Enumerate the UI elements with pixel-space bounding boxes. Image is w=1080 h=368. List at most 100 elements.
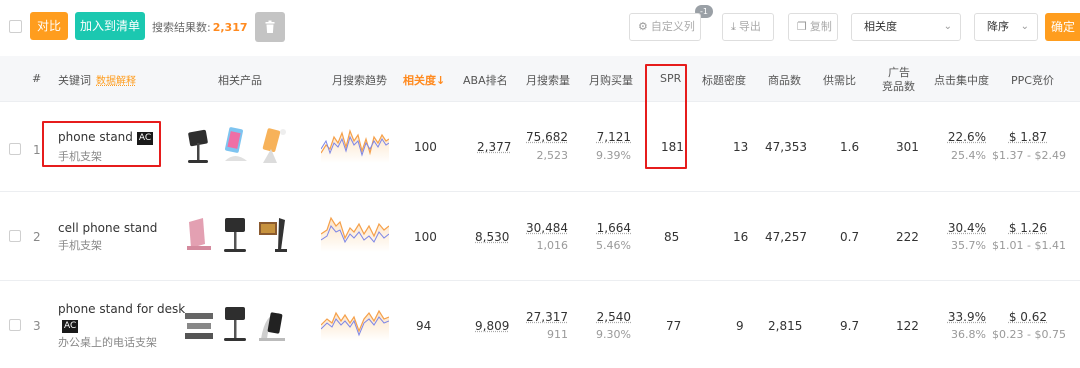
col-ppc[interactable]: PPC竞价 bbox=[1011, 72, 1054, 88]
purchase-rate-value: 5.46% bbox=[585, 239, 631, 252]
spr-highlight-box bbox=[645, 64, 687, 169]
ad-competitors-value: 122 bbox=[896, 319, 919, 333]
table-row[interactable]: 2 cell phone stand 手机支架 100 8,530 30,484… bbox=[0, 192, 1080, 281]
result-count: 2,317 bbox=[213, 21, 248, 34]
col-monthly-purchase[interactable]: 月购买量 bbox=[589, 72, 633, 88]
product-image[interactable] bbox=[183, 301, 217, 347]
product-image[interactable] bbox=[255, 212, 289, 258]
ad-competitors-value: 222 bbox=[896, 230, 919, 244]
product-image[interactable] bbox=[255, 301, 289, 347]
row-checkbox[interactable] bbox=[9, 230, 21, 242]
keyword-translation: 办公桌上的电话支架 bbox=[58, 334, 157, 350]
monthly-purchase-value: 1,664 bbox=[585, 221, 631, 235]
product-count-value: 47,257 bbox=[765, 230, 807, 244]
select-all-checkbox[interactable] bbox=[9, 20, 22, 33]
col-product-count[interactable]: 商品数 bbox=[768, 72, 801, 88]
download-icon: ⤓ bbox=[731, 14, 736, 40]
custom-columns-button[interactable]: ⚙ 自定义列 bbox=[629, 13, 701, 41]
click-concentration-value: 22.6% bbox=[940, 130, 986, 144]
keyword-cell: phone stand for desk bbox=[58, 302, 185, 316]
add-to-list-button[interactable]: 加入到清单 bbox=[75, 12, 145, 40]
ppc-bid-value: $ 0.62 bbox=[1000, 310, 1047, 324]
daily-search-value: 2,523 bbox=[520, 149, 568, 162]
monthly-search-trend-sparkline bbox=[321, 212, 389, 252]
title-density-value: 9 bbox=[736, 319, 744, 333]
result-count-label: 搜索结果数: 2,317 bbox=[152, 19, 248, 35]
monthly-search-trend-sparkline bbox=[321, 123, 389, 163]
product-image[interactable] bbox=[219, 212, 253, 258]
product-image[interactable] bbox=[183, 212, 217, 258]
ppc-range-value: $0.23 - $0.75 bbox=[992, 328, 1066, 341]
product-count-value: 2,815 bbox=[768, 319, 802, 333]
purchase-rate-value: 9.30% bbox=[585, 328, 631, 341]
click-concentration-value: 30.4% bbox=[940, 221, 986, 235]
sort-field-select[interactable]: 相关度 ⌄ bbox=[851, 13, 961, 41]
title-density-value: 16 bbox=[733, 230, 748, 244]
monthly-purchase-value: 2,540 bbox=[585, 310, 631, 324]
supply-demand-value: 1.6 bbox=[840, 140, 859, 154]
table-row[interactable]: 3 phone stand for desk AC 办公桌上的电话支架 94 9… bbox=[0, 281, 1080, 368]
product-image[interactable] bbox=[255, 123, 289, 169]
aba-rank-value: 9,809 bbox=[475, 319, 509, 333]
relevance-value: 100 bbox=[414, 230, 437, 244]
click-concentration-sub: 25.4% bbox=[940, 149, 986, 162]
col-index: # bbox=[32, 72, 41, 85]
table-row[interactable]: 1 phone stand AC 手机支架 100 2,377 75,682 2,… bbox=[0, 103, 1080, 192]
product-image[interactable] bbox=[219, 301, 253, 347]
amazon-choice-badge: AC bbox=[62, 320, 78, 333]
col-products: 相关产品 bbox=[218, 72, 262, 88]
row-index: 2 bbox=[33, 230, 41, 244]
col-trend: 月搜索趋势 bbox=[332, 72, 387, 88]
col-relevance-sorted[interactable]: 相关度↓ bbox=[403, 72, 445, 88]
ppc-bid-value: $ 1.26 bbox=[1000, 221, 1047, 235]
toolbar: 对比 加入到清单 搜索结果数: 2,317 -1 ⚙ 自定义列 ⤓ 导出 ❐ 复制 相关… bbox=[0, 0, 1080, 56]
data-help-link[interactable]: 数据解释 bbox=[96, 76, 136, 87]
col-keyword[interactable]: 关键词 数据解释 bbox=[58, 72, 136, 88]
ppc-bid-value: $ 1.87 bbox=[1000, 130, 1047, 144]
click-concentration-sub: 36.8% bbox=[940, 328, 986, 341]
copy-button[interactable]: ❐ 复制 bbox=[788, 13, 838, 41]
col-title-density[interactable]: 标题密度 bbox=[702, 72, 746, 88]
monthly-purchase-value: 7,121 bbox=[585, 130, 631, 144]
row-checkbox[interactable] bbox=[9, 143, 21, 155]
product-image[interactable] bbox=[183, 123, 217, 169]
daily-search-value: 911 bbox=[520, 328, 568, 341]
title-density-value: 13 bbox=[733, 140, 748, 154]
keyword-link[interactable]: cell phone stand bbox=[58, 221, 157, 235]
product-thumbnails bbox=[183, 212, 293, 258]
col-supply-demand[interactable]: 供需比 bbox=[823, 72, 856, 88]
delete-button[interactable] bbox=[255, 12, 285, 42]
supply-demand-value: 9.7 bbox=[840, 319, 859, 333]
col-aba-rank[interactable]: ABA排名 bbox=[463, 72, 508, 88]
monthly-search-value: 75,682 bbox=[520, 130, 568, 144]
keyword-highlight-box bbox=[42, 121, 161, 167]
row-index: 3 bbox=[33, 319, 41, 333]
relevance-value: 94 bbox=[416, 319, 431, 333]
ppc-range-value: $1.37 - $2.49 bbox=[992, 149, 1066, 162]
product-thumbnails bbox=[183, 301, 293, 347]
monthly-search-value: 30,484 bbox=[520, 221, 568, 235]
spr-value: 85 bbox=[664, 230, 679, 244]
product-image[interactable] bbox=[219, 123, 253, 169]
keyword-cell: cell phone stand bbox=[58, 221, 157, 235]
row-checkbox[interactable] bbox=[9, 319, 21, 331]
click-concentration-sub: 35.7% bbox=[940, 239, 986, 252]
compare-button[interactable]: 对比 bbox=[30, 12, 68, 40]
col-monthly-search[interactable]: 月搜索量 bbox=[526, 72, 570, 88]
confirm-button[interactable]: 确定 bbox=[1045, 13, 1080, 41]
daily-search-value: 1,016 bbox=[520, 239, 568, 252]
relevance-value: 100 bbox=[414, 140, 437, 154]
sort-order-select[interactable]: 降序 ⌄ bbox=[974, 13, 1038, 41]
aba-rank-value: 2,377 bbox=[477, 140, 511, 154]
col-ad-competitors-line2[interactable]: 竞品数 bbox=[882, 78, 915, 94]
col-click-concentration[interactable]: 点击集中度 bbox=[934, 72, 989, 88]
spr-value: 77 bbox=[666, 319, 681, 333]
chevron-down-icon: ⌄ bbox=[1021, 14, 1029, 40]
purchase-rate-value: 9.39% bbox=[585, 149, 631, 162]
keyword-link[interactable]: phone stand for desk bbox=[58, 302, 185, 316]
chevron-down-icon: ⌄ bbox=[944, 14, 952, 40]
monthly-search-trend-sparkline bbox=[321, 301, 389, 341]
trash-icon bbox=[255, 12, 285, 42]
export-button[interactable]: ⤓ 导出 bbox=[722, 13, 774, 41]
product-thumbnails bbox=[183, 123, 293, 169]
